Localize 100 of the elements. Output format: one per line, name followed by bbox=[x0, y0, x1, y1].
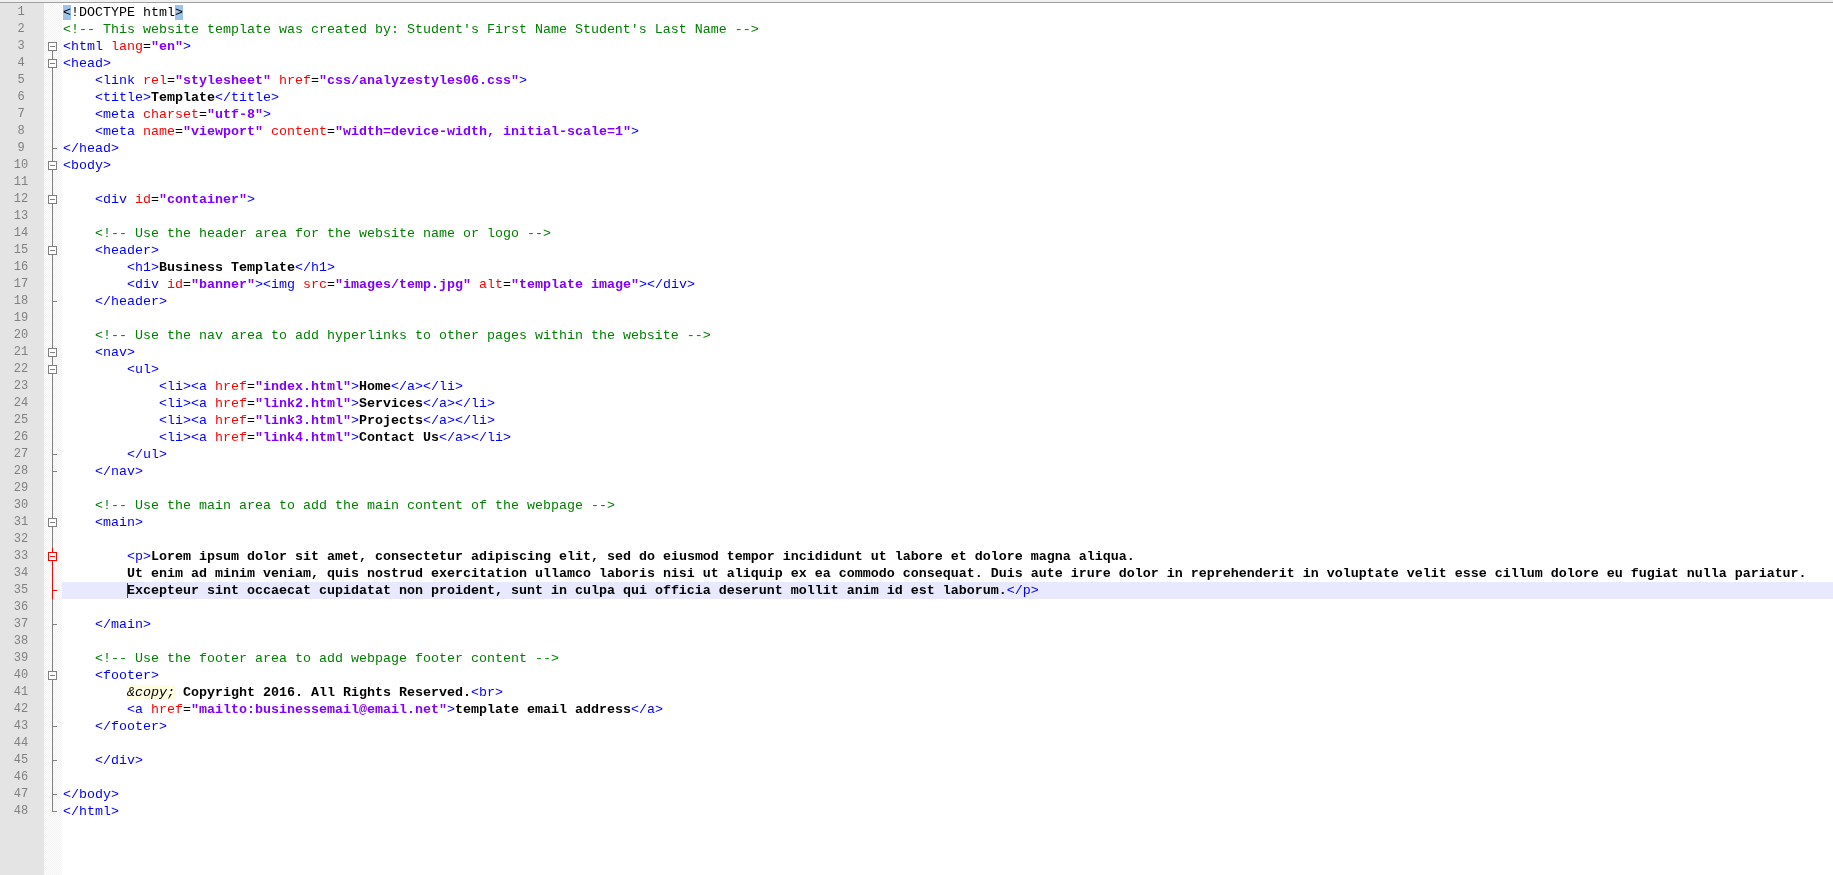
line-number: 5 bbox=[16, 72, 26, 89]
line-number: 16 bbox=[12, 259, 30, 276]
line-number: 4 bbox=[16, 55, 26, 72]
line-number: 24 bbox=[12, 395, 30, 412]
code-line: <h1>Business Template</h1> bbox=[127, 259, 335, 276]
collapse-box-icon[interactable] bbox=[48, 361, 57, 378]
line-number: 13 bbox=[12, 208, 30, 225]
code-line: <footer> bbox=[95, 667, 159, 684]
line-number: 47 bbox=[12, 786, 30, 803]
line-number: 10 bbox=[12, 157, 30, 174]
line-number: 28 bbox=[12, 463, 30, 480]
line-number: 44 bbox=[12, 735, 30, 752]
code-line: &copy; Copyright 2016. All Rights Reserved.<br> bbox=[127, 684, 503, 701]
code-line: </main> bbox=[95, 616, 151, 633]
collapse-box-icon[interactable] bbox=[48, 157, 57, 174]
line-number: 48 bbox=[12, 803, 30, 820]
code-line: </nav> bbox=[95, 463, 143, 480]
collapse-box-icon[interactable] bbox=[48, 242, 57, 259]
line-number: 43 bbox=[12, 718, 30, 735]
collapse-box-icon[interactable] bbox=[48, 191, 57, 208]
line-number: 17 bbox=[12, 276, 30, 293]
code-line: <main> bbox=[95, 514, 143, 531]
line-number: 38 bbox=[12, 633, 30, 650]
line-number: 11 bbox=[12, 174, 30, 191]
line-number: 19 bbox=[12, 310, 30, 327]
line-number: 20 bbox=[12, 327, 30, 344]
line-number: 34 bbox=[12, 565, 30, 582]
line-number: 41 bbox=[12, 684, 30, 701]
fold-end-icon bbox=[52, 140, 57, 157]
line-number: 40 bbox=[12, 667, 30, 684]
line-number: 32 bbox=[12, 531, 30, 548]
code-line: <nav> bbox=[95, 344, 135, 361]
collapse-box-icon[interactable] bbox=[48, 548, 57, 565]
code-line: <ul> bbox=[127, 361, 159, 378]
collapse-box-icon[interactable] bbox=[48, 514, 57, 531]
line-number: 35 bbox=[12, 582, 30, 599]
line-number: 23 bbox=[12, 378, 30, 395]
code-line: <div id="container"> bbox=[95, 191, 255, 208]
code-line: <link rel="stylesheet" href="css/analyzestyles06.css"> bbox=[95, 72, 527, 89]
code-line: <!DOCTYPE html> bbox=[63, 4, 183, 21]
code-line: <a href="mailto:businessemail@email.net">template email address</a> bbox=[127, 701, 663, 718]
code-line: Excepteur sint occaecat cupidatat non proident, sunt in culpa qui officia deserunt mollit anim id est laborum.</p> bbox=[127, 582, 1039, 599]
line-number: 45 bbox=[12, 752, 30, 769]
code-line: <!-- Use the nav area to add hyperlinks to other pages within the website --> bbox=[95, 327, 711, 344]
line-number: 33 bbox=[12, 548, 30, 565]
line-number: 27 bbox=[12, 446, 30, 463]
fold-guide-line bbox=[52, 599, 53, 616]
code-line: </html> bbox=[63, 803, 119, 820]
line-number: 3 bbox=[16, 38, 26, 55]
line-number: 8 bbox=[16, 123, 26, 140]
code-line: </ul> bbox=[127, 446, 167, 463]
line-number: 14 bbox=[12, 225, 30, 242]
line-number: 26 bbox=[12, 429, 30, 446]
code-line: </div> bbox=[95, 752, 143, 769]
code-line: <div id="banner"><img src="images/temp.jpg" alt="template image"></div> bbox=[127, 276, 695, 293]
collapse-box-icon[interactable] bbox=[48, 344, 57, 361]
collapse-box-icon[interactable] bbox=[48, 55, 57, 72]
code-line: </header> bbox=[95, 293, 167, 310]
line-number: 15 bbox=[12, 242, 30, 259]
fold-end-icon bbox=[52, 718, 57, 735]
line-number: 36 bbox=[12, 599, 30, 616]
code-line: <li><a href="link3.html">Projects</a></li> bbox=[159, 412, 495, 429]
code-line: </head> bbox=[63, 140, 119, 157]
code-line: <li><a href="index.html">Home</a></li> bbox=[159, 378, 463, 395]
line-number: 37 bbox=[12, 616, 30, 633]
code-line: <title>Template</title> bbox=[95, 89, 279, 106]
code-line: <!-- Use the main area to add the main content of the webpage --> bbox=[95, 497, 615, 514]
collapse-box-icon[interactable] bbox=[48, 667, 57, 684]
line-number: 29 bbox=[12, 480, 30, 497]
fold-guide-line bbox=[52, 735, 53, 752]
line-number: 9 bbox=[16, 140, 26, 157]
code-line: <header> bbox=[95, 242, 159, 259]
fold-end-icon bbox=[52, 752, 57, 769]
code-line: </footer> bbox=[95, 718, 167, 735]
line-number: 18 bbox=[12, 293, 30, 310]
line-number: 22 bbox=[12, 361, 30, 378]
code-line: </body> bbox=[63, 786, 119, 803]
line-number: 21 bbox=[12, 344, 30, 361]
fold-guide-line bbox=[52, 174, 53, 191]
fold-guide-line bbox=[52, 769, 53, 786]
code-line: <!-- Use the header area for the website name or logo --> bbox=[95, 225, 551, 242]
code-line: <meta charset="utf-8"> bbox=[95, 106, 271, 123]
line-number: 12 bbox=[12, 191, 30, 208]
code-line: <!-- Use the footer area to add webpage footer content --> bbox=[95, 650, 559, 667]
code-line: <html lang="en"> bbox=[63, 38, 191, 55]
line-number: 2 bbox=[16, 21, 26, 38]
line-number: 7 bbox=[16, 106, 26, 123]
line-number: 1 bbox=[16, 4, 26, 21]
fold-end-icon bbox=[52, 293, 57, 310]
line-number: 6 bbox=[16, 89, 26, 106]
code-line: <li><a href="link2.html">Services</a></li> bbox=[159, 395, 495, 412]
code-line: Ut enim ad minim veniam, quis nostrud exercitation ullamco laboris nisi ut aliquip ex ea commodo consequat. Duis aute irure dolor in reprehenderit in voluptate velit esse cillum dolore eu fugiat nulla pariatur. bbox=[127, 565, 1807, 582]
code-line: <li><a href="link4.html">Contact Us</a></li> bbox=[159, 429, 511, 446]
line-number: 31 bbox=[12, 514, 30, 531]
code-line: <body> bbox=[63, 157, 111, 174]
code-line: <meta name="viewport" content="width=device-width, initial-scale=1"> bbox=[95, 123, 639, 140]
code-line: <!-- This website template was created by: Student's First Name Student's Last Name --> bbox=[63, 21, 759, 38]
line-number: 42 bbox=[12, 701, 30, 718]
line-number: 25 bbox=[12, 412, 30, 429]
line-number: 30 bbox=[12, 497, 30, 514]
